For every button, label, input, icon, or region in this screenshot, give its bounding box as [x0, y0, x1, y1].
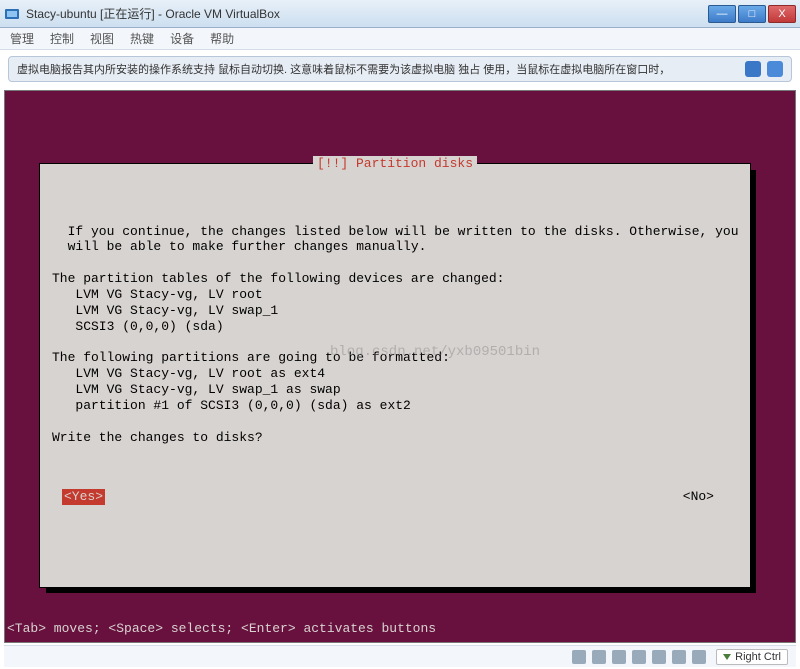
optical-icon [592, 650, 606, 664]
menu-devices[interactable]: 设备 [170, 30, 194, 47]
dialog-body: If you continue, the changes listed belo… [52, 224, 738, 446]
help-line: <Tab> moves; <Space> selects; <Enter> ac… [5, 621, 436, 636]
close-button[interactable]: X [768, 5, 796, 23]
dismiss-icon[interactable] [745, 61, 761, 77]
window-title: Stacy-ubuntu [正在运行] - Oracle VM VirtualB… [26, 5, 708, 22]
info-icon[interactable] [767, 61, 783, 77]
minimize-button[interactable]: — [708, 5, 736, 23]
shared-folder-icon [652, 650, 666, 664]
disk-icon [572, 650, 586, 664]
info-message: 虚拟电脑报告其内所安装的操作系统支持 鼠标自动切换. 这意味着鼠标不需要为该虚拟… [17, 61, 739, 77]
dialog-buttons: <Yes> <No> [52, 489, 738, 505]
menu-control[interactable]: 控制 [50, 30, 74, 47]
host-key-indicator: Right Ctrl [716, 649, 788, 665]
status-bar: Right Ctrl [4, 645, 796, 667]
arrow-down-icon [723, 654, 731, 660]
window-controls: — □ X [708, 5, 796, 23]
vm-screen: [!!] Partition disks If you continue, th… [4, 90, 796, 643]
virtualbox-icon [4, 6, 20, 22]
yes-button[interactable]: <Yes> [62, 489, 105, 505]
partition-dialog: [!!] Partition disks If you continue, th… [39, 163, 751, 588]
no-button[interactable]: <No> [683, 489, 714, 505]
window-titlebar: Stacy-ubuntu [正在运行] - Oracle VM VirtualB… [0, 0, 800, 28]
dialog-title: [!!] Partition disks [313, 156, 477, 172]
network-icon [612, 650, 626, 664]
display-icon [672, 650, 686, 664]
dialog-shadow [46, 587, 756, 593]
usb-icon [632, 650, 646, 664]
menu-view[interactable]: 视图 [90, 30, 114, 47]
info-strip: 虚拟电脑报告其内所安装的操作系统支持 鼠标自动切换. 这意味着鼠标不需要为该虚拟… [8, 56, 792, 82]
menu-manage[interactable]: 管理 [10, 30, 34, 47]
maximize-button[interactable]: □ [738, 5, 766, 23]
menubar: 管理 控制 视图 热键 设备 帮助 [0, 28, 800, 50]
host-key-label: Right Ctrl [735, 651, 781, 663]
menu-help[interactable]: 帮助 [210, 30, 234, 47]
menu-hotkeys[interactable]: 热键 [130, 30, 154, 47]
capture-icon [692, 650, 706, 664]
